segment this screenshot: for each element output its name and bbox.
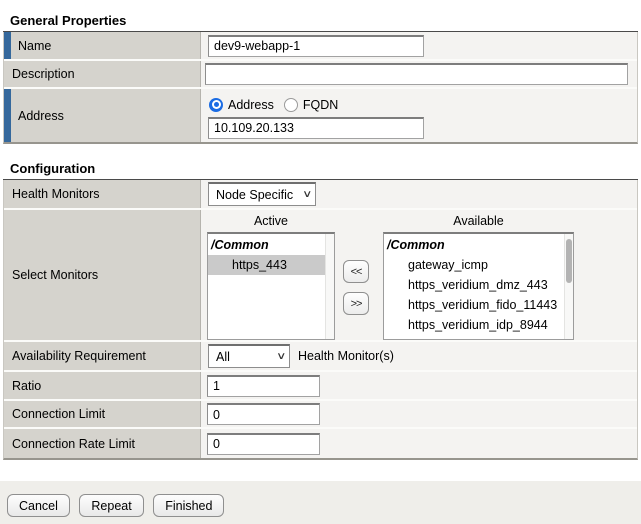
description-value-cell: [201, 61, 637, 87]
name-label: Name: [18, 39, 51, 53]
available-monitors-listbox[interactable]: /Common gateway_icmp https_veridium_dmz_…: [383, 232, 574, 340]
list-item[interactable]: https_443: [208, 255, 334, 275]
address-radio-label[interactable]: Address: [228, 98, 274, 112]
scrollbar[interactable]: [325, 234, 334, 339]
active-list-header: Active: [207, 214, 335, 230]
available-partition-group: /Common: [384, 236, 573, 255]
select-monitors-widget: Active Available /Common https_443: [205, 210, 637, 340]
connection-limit-label: Connection Limit: [12, 407, 105, 421]
connection-limit-label-cell: Connection Limit: [4, 401, 201, 427]
connection-rate-limit-input[interactable]: [207, 433, 320, 455]
availability-requirement-value-cell: All ∨ Health Monitor(s): [201, 342, 637, 370]
list-item[interactable]: gateway_icmp: [384, 255, 573, 275]
connection-rate-limit-value-cell: [201, 429, 637, 458]
name-label-cell: Name: [4, 32, 201, 59]
active-monitors-listbox[interactable]: /Common https_443: [207, 232, 335, 340]
name-row: Name: [4, 32, 637, 61]
select-monitors-label: Select Monitors: [12, 268, 98, 282]
description-label-cell: Description: [4, 61, 201, 87]
description-row: Description: [4, 61, 637, 89]
list-item[interactable]: https_veridium_dmz_443: [384, 275, 573, 295]
configuration-title: Configuration: [3, 157, 638, 180]
cancel-button[interactable]: Cancel: [7, 494, 70, 517]
health-monitors-label: Health Monitors: [12, 187, 100, 201]
address-input-line: [205, 117, 424, 139]
select-monitors-label-cell: Select Monitors: [4, 210, 201, 340]
ratio-value-cell: [201, 372, 637, 399]
new-node-form: General Properties Name Description Addr…: [0, 9, 641, 524]
ratio-label-cell: Ratio: [4, 372, 201, 399]
configuration-table: Health Monitors Node Specific ∨ Select M…: [3, 180, 638, 460]
availability-requirement-suffix: Health Monitor(s): [298, 349, 394, 363]
connection-rate-limit-label: Connection Rate Limit: [12, 437, 135, 451]
health-monitors-row: Health Monitors Node Specific ∨: [4, 180, 637, 210]
address-row: Address Address FQDN: [4, 89, 637, 142]
connection-limit-value-cell: [201, 401, 637, 427]
finished-button[interactable]: Finished: [153, 494, 224, 517]
address-label: Address: [18, 109, 64, 123]
select-monitors-boxes: /Common https_443 << >> /Common: [205, 232, 637, 340]
address-input[interactable]: [208, 117, 424, 139]
availability-requirement-select-value: All: [216, 350, 230, 364]
list-item-partial[interactable]: https_veridium_: [384, 335, 573, 340]
active-monitors-list: /Common https_443: [208, 234, 334, 275]
chevron-down-icon: ∨: [265, 351, 286, 362]
availability-requirement-label: Availability Requirement: [12, 349, 146, 363]
description-input[interactable]: [205, 63, 628, 85]
monitor-move-buttons: << >>: [343, 260, 369, 340]
availability-requirement-label-cell: Availability Requirement: [4, 342, 201, 370]
general-properties-table: Name Description Address Address: [3, 32, 638, 144]
availability-requirement-row: Availability Requirement All ∨ Health Mo…: [4, 342, 637, 372]
list-item[interactable]: https_veridium_fido_11443: [384, 295, 573, 315]
name-input[interactable]: [208, 35, 424, 57]
ratio-row: Ratio: [4, 372, 637, 401]
address-radio[interactable]: [209, 98, 223, 112]
health-monitors-select[interactable]: Node Specific ∨: [208, 182, 316, 206]
connection-limit-input[interactable]: [207, 403, 320, 425]
name-value-cell: [201, 32, 637, 59]
scrollbar[interactable]: [564, 234, 573, 339]
chevron-down-icon: ∨: [291, 189, 312, 200]
select-monitors-headers: Active Available: [205, 214, 637, 230]
select-monitors-value-cell: Active Available /Common https_443: [201, 210, 637, 340]
connection-limit-row: Connection Limit: [4, 401, 637, 429]
health-monitors-value-cell: Node Specific ∨: [201, 180, 637, 208]
address-type-radio-group: Address FQDN: [209, 98, 348, 112]
list-item[interactable]: https_veridium_idp_8944: [384, 315, 573, 335]
availability-requirement-select[interactable]: All ∨: [208, 344, 290, 368]
move-to-active-button[interactable]: <<: [343, 260, 369, 283]
address-label-cell: Address: [4, 89, 201, 142]
description-label: Description: [12, 67, 75, 81]
repeat-button[interactable]: Repeat: [79, 494, 143, 517]
available-list-header: Available: [383, 214, 574, 230]
fqdn-radio[interactable]: [284, 98, 298, 112]
ratio-input[interactable]: [207, 375, 320, 397]
scrollbar-thumb[interactable]: [566, 239, 572, 283]
address-value-cell: Address FQDN: [201, 89, 637, 142]
available-monitors-list: /Common gateway_icmp https_veridium_dmz_…: [384, 234, 573, 340]
health-monitors-select-value: Node Specific: [216, 188, 293, 202]
connection-rate-limit-label-cell: Connection Rate Limit: [4, 429, 201, 458]
fqdn-radio-label[interactable]: FQDN: [303, 98, 338, 112]
ratio-label: Ratio: [12, 379, 41, 393]
connection-rate-limit-row: Connection Rate Limit: [4, 429, 637, 458]
active-partition-group: /Common: [208, 236, 334, 255]
select-monitors-row: Select Monitors Active Available /Common…: [4, 210, 637, 342]
form-footer: Cancel Repeat Finished: [0, 481, 641, 524]
health-monitors-label-cell: Health Monitors: [4, 180, 201, 208]
move-to-available-button[interactable]: >>: [343, 292, 369, 315]
general-properties-title: General Properties: [3, 9, 638, 32]
